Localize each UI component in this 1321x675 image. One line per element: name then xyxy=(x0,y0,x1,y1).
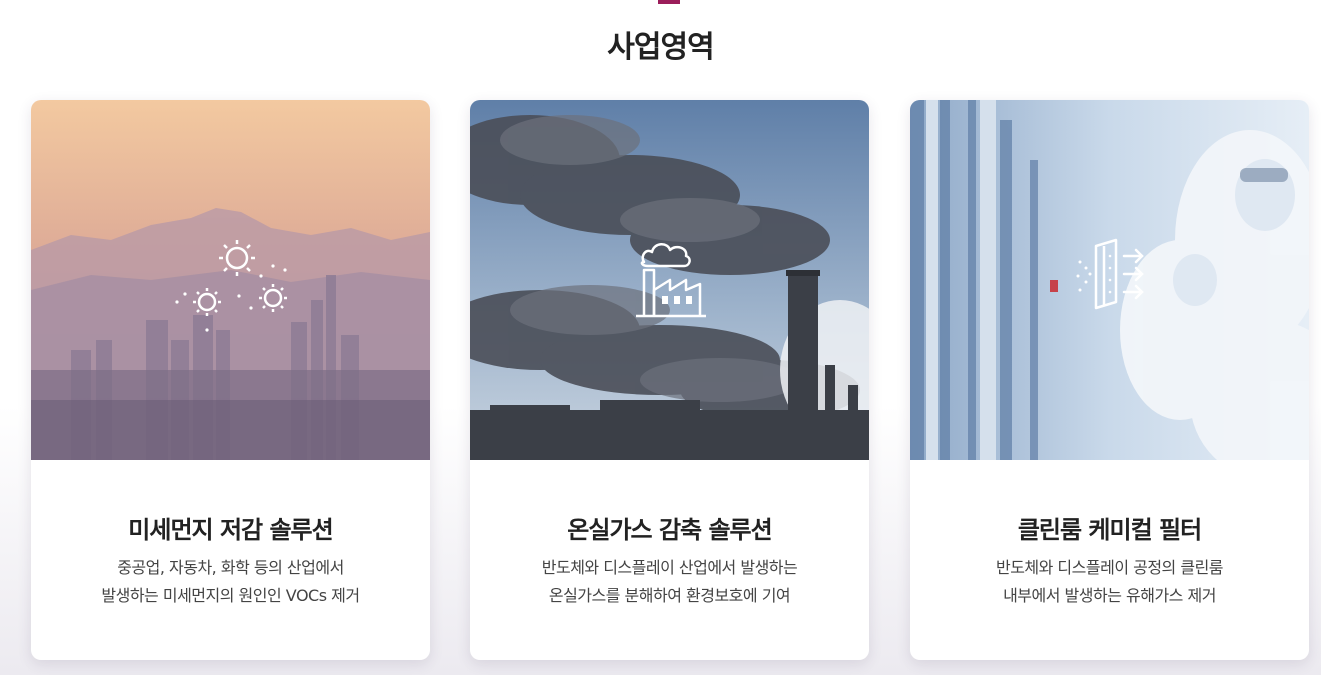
card-title: 미세먼지 저감 솔루션 xyxy=(128,516,333,544)
card-description-line: 중공업, 자동차, 화학 등의 산업에서 xyxy=(117,558,344,577)
card-description: 반도체와 디스플레이 산업에서 발생하는 온실가스를 분해하여 환경보호에 기여 xyxy=(490,554,849,610)
card-title: 클린룸 케미컬 필터 xyxy=(1017,516,1202,544)
card-image-hazy-city xyxy=(31,100,430,460)
section-title: 사업영역 xyxy=(607,30,714,65)
card-description-line: 내부에서 발생하는 유해가스 제거 xyxy=(1003,586,1216,605)
card-description: 중공업, 자동차, 화학 등의 산업에서 발생하는 미세먼지의 원인인 VOCs… xyxy=(51,554,410,610)
card-description-line: 발생하는 미세먼지의 원인인 VOCs 제거 xyxy=(101,586,360,605)
business-card-fine-dust[interactable]: 미세먼지 저감 솔루션 중공업, 자동차, 화학 등의 산업에서 발생하는 미세… xyxy=(31,100,430,660)
card-description-line: 온실가스를 분해하여 환경보호에 기여 xyxy=(548,586,791,605)
section-accent-bar xyxy=(658,0,680,4)
card-description: 반도체와 디스플레이 공정의 클린룸 내부에서 발생하는 유해가스 제거 xyxy=(930,554,1289,610)
business-card-cleanroom-filter[interactable]: 클린룸 케미컬 필터 반도체와 디스플레이 공정의 클린룸 내부에서 발생하는 … xyxy=(910,100,1309,660)
sun-dust-icon xyxy=(175,240,287,332)
card-title: 온실가스 감축 솔루션 xyxy=(567,516,772,544)
card-description-line: 반도체와 디스플레이 공정의 클린룸 xyxy=(995,558,1224,577)
card-image-smokestacks xyxy=(470,100,869,460)
air-filter-icon xyxy=(1076,238,1144,310)
card-image-cleanroom xyxy=(910,100,1309,460)
factory-icon xyxy=(636,243,706,318)
card-description-line: 반도체와 디스플레이 산업에서 발생하는 xyxy=(541,558,798,577)
business-card-greenhouse-gas[interactable]: 온실가스 감축 솔루션 반도체와 디스플레이 산업에서 발생하는 온실가스를 분… xyxy=(470,100,869,660)
